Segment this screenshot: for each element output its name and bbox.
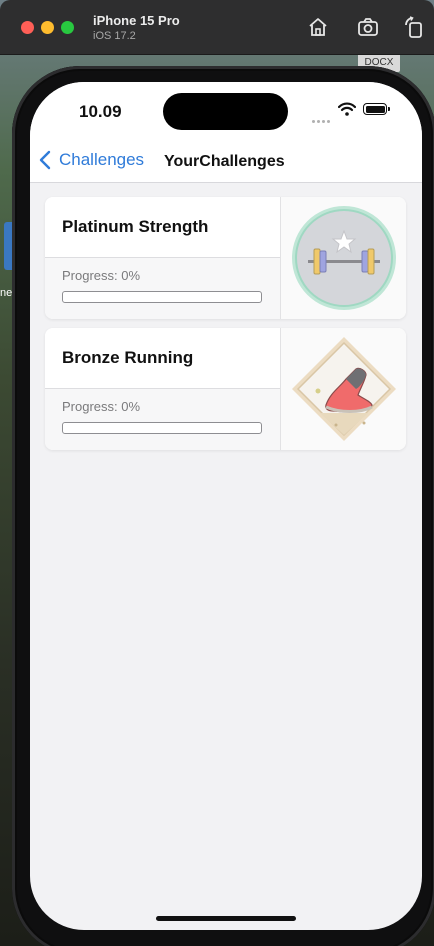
- simulator-titlebar: iPhone 15 Pro iOS 17.2: [0, 0, 434, 55]
- page-title: YourChallenges: [164, 153, 285, 170]
- iphone-device-frame: 10.09 Challenges YourChallenges Platinum…: [12, 66, 434, 946]
- challenge-card[interactable]: Bronze Running Progress: 0%: [45, 328, 406, 450]
- cellular-signal-icon: [312, 110, 332, 128]
- progress-label: Progress: 0%: [62, 268, 141, 283]
- progress-label: Progress: 0%: [62, 399, 141, 414]
- battery-icon: [363, 103, 390, 115]
- challenge-title: Bronze Running: [62, 348, 194, 367]
- phone-screen: 10.09 Challenges YourChallenges Platinum…: [30, 82, 422, 930]
- status-time: 10.09: [79, 102, 122, 121]
- progress-bar: [62, 291, 262, 303]
- dynamic-island: [163, 93, 288, 130]
- desktop-label: ne: [0, 287, 13, 299]
- chevron-left-icon: [39, 150, 51, 170]
- os-version: iOS 17.2: [93, 30, 136, 42]
- camera-icon: [358, 18, 378, 36]
- device-name: iPhone 15 Pro: [93, 13, 180, 28]
- minimize-window-button[interactable]: [41, 21, 54, 34]
- dumbbell-star-badge-icon: [281, 197, 406, 319]
- challenge-title: Platinum Strength: [62, 217, 209, 236]
- rotate-button[interactable]: [402, 15, 426, 39]
- screenshot-button[interactable]: [356, 15, 380, 39]
- challenge-info: Bronze Running Progress: 0%: [45, 328, 281, 450]
- zoom-window-button[interactable]: [61, 21, 74, 34]
- home-indicator[interactable]: [156, 916, 296, 921]
- wifi-icon: [338, 102, 356, 116]
- challenge-info: Platinum Strength Progress: 0%: [45, 197, 281, 319]
- progress-bar: [62, 422, 262, 434]
- running-shoe-badge-icon: [281, 328, 406, 450]
- challenge-progress-area: Progress: 0%: [45, 258, 280, 319]
- close-window-button[interactable]: [21, 21, 34, 34]
- status-bar: 10.09: [30, 82, 422, 140]
- back-button[interactable]: Challenges: [38, 146, 144, 174]
- challenge-title-area: Bronze Running: [45, 328, 280, 389]
- home-icon: [309, 18, 327, 36]
- back-button-label: Challenges: [59, 150, 145, 169]
- rotate-icon: [405, 16, 422, 38]
- navigation-bar: Challenges YourChallenges: [30, 140, 422, 183]
- challenge-card[interactable]: Platinum Strength Progress: 0%: [45, 197, 406, 319]
- home-button[interactable]: [306, 15, 330, 39]
- challenge-title-area: Platinum Strength: [45, 197, 280, 258]
- challenge-progress-area: Progress: 0%: [45, 389, 280, 450]
